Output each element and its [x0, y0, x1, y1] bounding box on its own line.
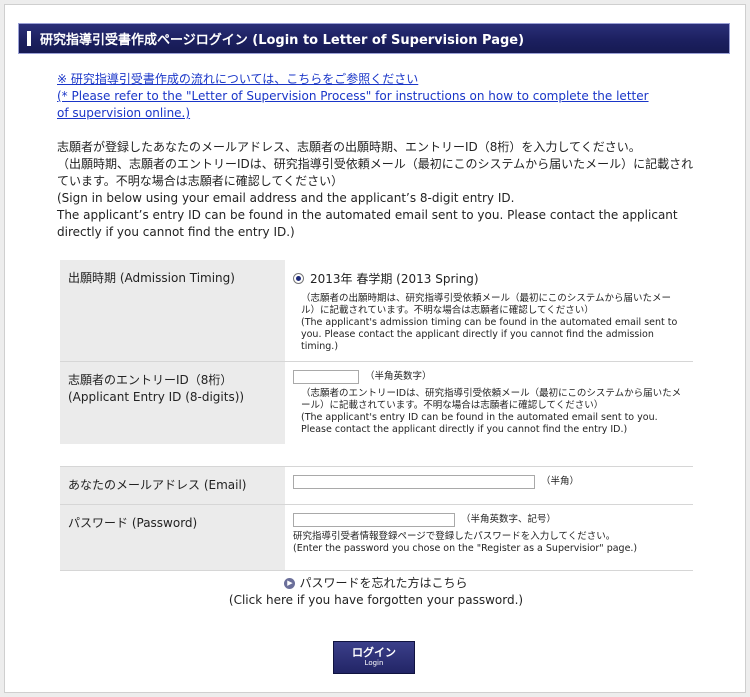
password-cell: （半角英数字、記号） 研究指導引受者情報登録ページで登録したパスワードを入力して…: [285, 504, 693, 571]
entry-hint: （半角英数字）: [365, 371, 432, 382]
page-title-bar: 研究指導引受書作成ページログイン (Login to Letter of Sup…: [18, 23, 730, 54]
instruction-line-3: (Sign in below using your email address …: [57, 191, 515, 205]
instruction-line-1: 志願者が登録したあなたのメールアドレス、志願者の出願時期、エントリーID（8桁）…: [57, 140, 641, 154]
admission-note: （志願者の出願時期は、研究指導引受依頼メール（最初にこのシステムから届いたメール…: [293, 293, 685, 353]
forgot-password-link-row: ▶ パスワードを忘れた方はこちら: [5, 575, 747, 592]
form-spacer: [60, 444, 693, 467]
login-button-label-en: Login: [364, 659, 384, 667]
password-note-en: (Enter the password you chose on the "Re…: [293, 542, 638, 554]
email-cell: （半角）: [285, 466, 693, 505]
password-input-row: （半角英数字、記号）: [293, 512, 685, 527]
admission-radio[interactable]: [293, 273, 304, 284]
password-row: パスワード (Password) （半角英数字、記号） 研究指導引受者情報登録ペ…: [60, 504, 693, 571]
password-note: 研究指導引受者情報登録ページで登録したパスワードを入力してください。 (Ente…: [293, 531, 685, 555]
email-row: あなたのメールアドレス (Email) （半角）: [60, 466, 693, 505]
forgot-password: ▶ パスワードを忘れた方はこちら (Click here if you have …: [5, 575, 747, 609]
entry-note: （志願者のエントリーIDは、研究指導引受依頼メール（最初にこのシステムから届いた…: [293, 388, 685, 436]
email-label: あなたのメールアドレス (Email): [60, 466, 285, 505]
admission-option[interactable]: 2013年 春学期 (2013 Spring): [293, 270, 685, 287]
email-hint: （半角）: [541, 475, 580, 487]
admission-cell: 2013年 春学期 (2013 Spring) （志願者の出願時期は、研究指導引…: [285, 260, 693, 362]
page-title: 研究指導引受書作成ページログイン (Login to Letter of Sup…: [40, 33, 525, 48]
password-hint: （半角英数字、記号）: [461, 513, 557, 525]
email-input-row: （半角）: [293, 474, 685, 489]
forgot-password-en: (Click here if you have forgotten your p…: [228, 593, 524, 607]
password-input[interactable]: [293, 512, 455, 527]
login-form: 出願時期 (Admission Timing) 2013年 春学期 (2013 …: [60, 260, 693, 571]
forgot-password-link[interactable]: パスワードを忘れた方はこちら: [299, 576, 467, 590]
entry-label-en: (Applicant Entry ID (8-digits)): [68, 390, 245, 404]
page-panel: 研究指導引受書作成ページログイン (Login to Letter of Sup…: [4, 4, 746, 693]
entry-label: 志願者のエントリーID（8桁） (Applicant Entry ID (8-d…: [60, 361, 285, 444]
instructions: 志願者が登録したあなたのメールアドレス、志願者の出願時期、エントリーID（8桁）…: [57, 139, 697, 241]
login-button-label-jp: ログイン: [352, 646, 396, 659]
password-label: パスワード (Password): [60, 504, 285, 571]
admission-label: 出願時期 (Admission Timing): [60, 260, 285, 362]
process-link-jp[interactable]: ※ 研究指導引受書作成の流れについては、こちらをご参照ください: [57, 71, 657, 88]
entry-input-row: （半角英数字）: [293, 370, 685, 384]
admission-note-jp: （志願者の出願時期は、研究指導引受依頼メール（最初にこのシステムから届いたメール…: [301, 293, 672, 316]
login-button[interactable]: ログイン Login: [333, 641, 415, 674]
password-note-jp: 研究指導引受者情報登録ページで登録したパスワードを入力してください。: [293, 530, 616, 542]
process-links: ※ 研究指導引受書作成の流れについては、こちらをご参照ください (* Pleas…: [57, 71, 657, 122]
instruction-line-4: The applicant’s entry ID can be found in…: [57, 208, 678, 239]
entry-note-en: (The applicant's entry ID can be found i…: [301, 412, 658, 435]
entry-note-jp: （志願者のエントリーIDは、研究指導引受依頼メール（最初にこのシステムから届いた…: [301, 388, 682, 411]
entry-cell: （半角英数字） （志願者のエントリーIDは、研究指導引受依頼メール（最初にこのシ…: [285, 361, 693, 444]
entry-label-jp: 志願者のエントリーID（8桁）: [68, 373, 233, 387]
process-link-en[interactable]: (* Please refer to the "Letter of Superv…: [57, 88, 657, 122]
admission-row: 出願時期 (Admission Timing) 2013年 春学期 (2013 …: [60, 260, 693, 362]
admission-note-en: (The applicant's admission timing can be…: [301, 317, 678, 352]
entry-row: 志願者のエントリーID（8桁） (Applicant Entry ID (8-d…: [60, 361, 693, 444]
instruction-line-2: （出願時期、志願者のエントリーIDは、研究指導引受依頼メール（最初にこのシステム…: [57, 157, 694, 188]
email-input[interactable]: [293, 474, 535, 489]
title-marker: [27, 31, 31, 46]
admission-option-label: 2013年 春学期 (2013 Spring): [310, 272, 479, 286]
entry-id-input[interactable]: [293, 370, 359, 384]
arrow-right-icon: ▶: [284, 578, 296, 589]
